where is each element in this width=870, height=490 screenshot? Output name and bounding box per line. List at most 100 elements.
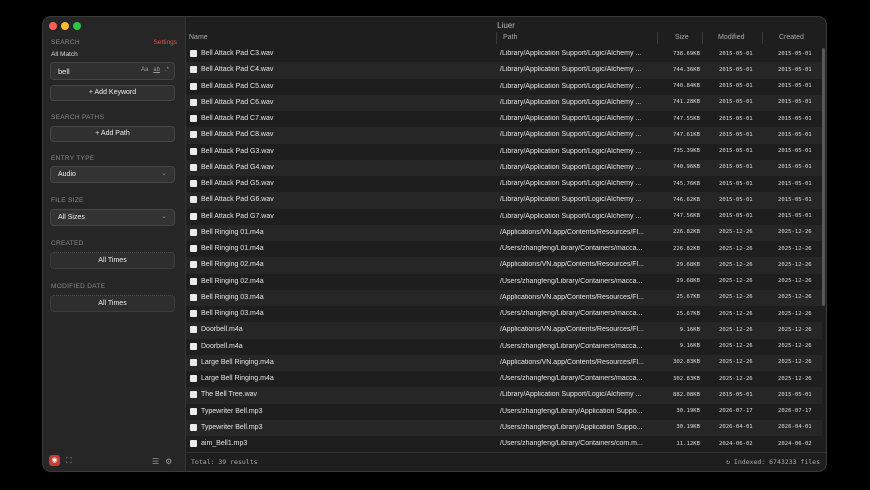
row-name: Bell Attack Pad C7.wav bbox=[201, 115, 274, 122]
table-row[interactable]: Doorbell.m4a/Applications/VN.app/Content… bbox=[186, 322, 822, 339]
row-path: /Applications/VN.app/Contents/Resources/… bbox=[500, 293, 644, 301]
row-created: 2015-05-01 bbox=[778, 83, 812, 89]
entry-type-value: Audio bbox=[58, 171, 76, 178]
row-path: /Library/Application Support/Logic/Alche… bbox=[500, 147, 642, 155]
total-results: Total: 39 results bbox=[191, 458, 258, 466]
row-path: /Library/Application Support/Logic/Alche… bbox=[500, 212, 642, 220]
row-size: 882.08KB bbox=[673, 391, 700, 398]
row-name: Typewriter Bell.mp3 bbox=[201, 407, 263, 415]
status-bar: Total: 39 results ↻ Indexed: 6743233 fil… bbox=[186, 452, 826, 471]
list-icon[interactable]: ☰ bbox=[152, 457, 159, 466]
column-divider[interactable] bbox=[657, 32, 658, 44]
table-row[interactable]: Bell Attack Pad C4.wav/Library/Applicati… bbox=[186, 62, 822, 79]
results-pane: Liuer Name Path Size Modified Created Be… bbox=[186, 17, 826, 471]
row-name: Typewriter Bell.mp3 bbox=[201, 423, 263, 431]
add-path-button[interactable]: + Add Path bbox=[50, 126, 175, 142]
table-row[interactable]: Bell Attack Pad C3.wav/Library/Applicati… bbox=[186, 46, 822, 62]
table-row[interactable]: Bell Ringing 03.m4a/Applications/VN.app/… bbox=[186, 289, 822, 306]
row-path: /Applications/VN.app/Contents/Resources/… bbox=[500, 261, 644, 269]
table-row[interactable]: Bell Attack Pad G6.wav/Library/Applicati… bbox=[186, 192, 822, 209]
search-input[interactable]: bell Aa ab .* bbox=[50, 62, 175, 80]
table-row[interactable]: Bell Ringing 02.m4a/Users/zhangfeng/Libr… bbox=[186, 274, 822, 290]
row-path: /Users/zhangfeng/Library/Containers/com.… bbox=[500, 440, 643, 447]
column-header-created[interactable]: Created bbox=[779, 34, 804, 41]
app-logo-icon[interactable]: ◉ bbox=[49, 455, 60, 466]
row-name: Doorbell.m4a bbox=[201, 326, 243, 334]
row-path: /Library/Application Support/Logic/Alche… bbox=[500, 50, 642, 57]
table-row[interactable]: Typewriter Bell.mp3/Users/zhangfeng/Libr… bbox=[186, 404, 822, 420]
row-created: 2025-12-26 bbox=[778, 326, 812, 333]
table-row[interactable]: Bell Attack Pad G7.wav/Library/Applicati… bbox=[186, 209, 822, 225]
indexed-status: ↻ Indexed: 6743233 files bbox=[726, 458, 820, 466]
row-modified: 2015-05-01 bbox=[719, 99, 753, 106]
table-row[interactable]: Bell Attack Pad G5.wav/Library/Applicati… bbox=[186, 176, 822, 192]
table-row[interactable]: Typewriter Bell.mp3/Users/zhangfeng/Libr… bbox=[186, 419, 822, 436]
table-row[interactable]: The Bell Tree.wav/Library/Application Su… bbox=[186, 387, 822, 404]
table-row[interactable]: Bell Attack Pad C5.wav/Library/Applicati… bbox=[186, 79, 822, 95]
refresh-icon[interactable]: ↻ bbox=[726, 458, 730, 466]
table-row[interactable]: Bell Attack Pad C8.wav/Library/Applicati… bbox=[186, 127, 822, 144]
created-label: CREATED bbox=[51, 240, 84, 247]
file-size-select[interactable]: All Sizes ⌄ bbox=[50, 209, 175, 226]
row-path: /Library/Application Support/Logic/Alche… bbox=[500, 163, 642, 171]
file-icon bbox=[190, 228, 197, 236]
file-icon bbox=[190, 212, 197, 220]
table-row[interactable]: Bell Attack Pad G3.wav/Library/Applicati… bbox=[186, 144, 822, 160]
table-row[interactable]: Bell Ringing 01.m4a/Applications/VN.app/… bbox=[186, 224, 822, 241]
table-header: Name Path Size Modified Created bbox=[186, 32, 826, 45]
created-filter[interactable]: All Times bbox=[50, 252, 175, 269]
column-header-path[interactable]: Path bbox=[503, 34, 517, 41]
row-created: 2015-05-01 bbox=[778, 99, 812, 106]
row-modified: 2015-05-01 bbox=[719, 213, 753, 219]
zoom-window-button[interactable] bbox=[73, 22, 81, 30]
close-window-button[interactable] bbox=[49, 22, 57, 30]
app-window: SEARCH Settings All Match bell Aa ab .* … bbox=[43, 17, 826, 471]
window-title: Liuer bbox=[497, 21, 515, 30]
column-divider[interactable] bbox=[496, 32, 497, 44]
table-row[interactable]: Bell Attack Pad C7.wav/Library/Applicati… bbox=[186, 111, 822, 127]
row-path: /Users/zhangfeng/Library/Containers/macc… bbox=[500, 375, 643, 382]
file-icon bbox=[190, 375, 197, 382]
whole-word-toggle[interactable]: ab bbox=[153, 67, 160, 73]
match-mode-label[interactable]: All Match bbox=[51, 51, 78, 58]
row-name: Bell Attack Pad G5.wav bbox=[201, 180, 274, 187]
column-header-modified[interactable]: Modified bbox=[718, 34, 744, 41]
file-icon bbox=[190, 277, 197, 285]
row-created: 2015-05-01 bbox=[778, 115, 812, 122]
column-divider[interactable] bbox=[702, 32, 703, 44]
row-modified: 2015-05-01 bbox=[719, 50, 753, 57]
column-header-size[interactable]: Size bbox=[675, 34, 689, 41]
column-divider[interactable] bbox=[762, 32, 763, 44]
regex-toggle[interactable]: .* bbox=[165, 67, 169, 73]
selection-icon[interactable]: ⛶ bbox=[66, 456, 72, 466]
row-created: 2015-05-01 bbox=[778, 180, 812, 187]
row-path: /Library/Application Support/Logic/Alche… bbox=[500, 115, 642, 122]
traffic-lights bbox=[49, 22, 81, 30]
row-name: Bell Ringing 03.m4a bbox=[201, 310, 264, 317]
minimize-window-button[interactable] bbox=[61, 22, 69, 30]
row-modified: 2025-12-26 bbox=[719, 278, 753, 284]
table-row[interactable]: Bell Attack Pad G4.wav/Library/Applicati… bbox=[186, 159, 822, 176]
row-name: Large Bell Ringing.m4a bbox=[201, 375, 274, 382]
gear-icon[interactable]: ⚙ bbox=[165, 457, 172, 466]
table-row[interactable]: Bell Ringing 03.m4a/Users/zhangfeng/Libr… bbox=[186, 306, 822, 322]
table-row[interactable]: Bell Ringing 01.m4a/Users/zhangfeng/Libr… bbox=[186, 241, 822, 257]
column-header-name[interactable]: Name bbox=[189, 34, 208, 41]
table-row[interactable]: aim_Bell1.mp3/Users/zhangfeng/Library/Co… bbox=[186, 436, 822, 452]
file-icon bbox=[190, 342, 197, 350]
row-size: 747.55KB bbox=[673, 115, 700, 122]
modified-filter[interactable]: All Times bbox=[50, 295, 175, 312]
table-row[interactable]: Bell Ringing 02.m4a/Applications/VN.app/… bbox=[186, 257, 822, 274]
table-row[interactable]: Bell Attack Pad C6.wav/Library/Applicati… bbox=[186, 94, 822, 111]
scrollbar[interactable] bbox=[822, 48, 825, 306]
settings-link[interactable]: Settings bbox=[154, 39, 178, 46]
row-created: 2025-12-26 bbox=[778, 261, 812, 268]
add-keyword-button[interactable]: + Add Keyword bbox=[50, 85, 175, 101]
table-row[interactable]: Large Bell Ringing.m4a/Applications/VN.a… bbox=[186, 354, 822, 371]
entry-type-select[interactable]: Audio ⌄ bbox=[50, 166, 175, 183]
table-row[interactable]: Doorbell.m4a/Users/zhangfeng/Library/Con… bbox=[186, 339, 822, 355]
file-icon bbox=[190, 293, 197, 301]
match-case-toggle[interactable]: Aa bbox=[141, 67, 148, 73]
row-size: 747.61KB bbox=[673, 131, 700, 138]
table-row[interactable]: Large Bell Ringing.m4a/Users/zhangfeng/L… bbox=[186, 371, 822, 387]
